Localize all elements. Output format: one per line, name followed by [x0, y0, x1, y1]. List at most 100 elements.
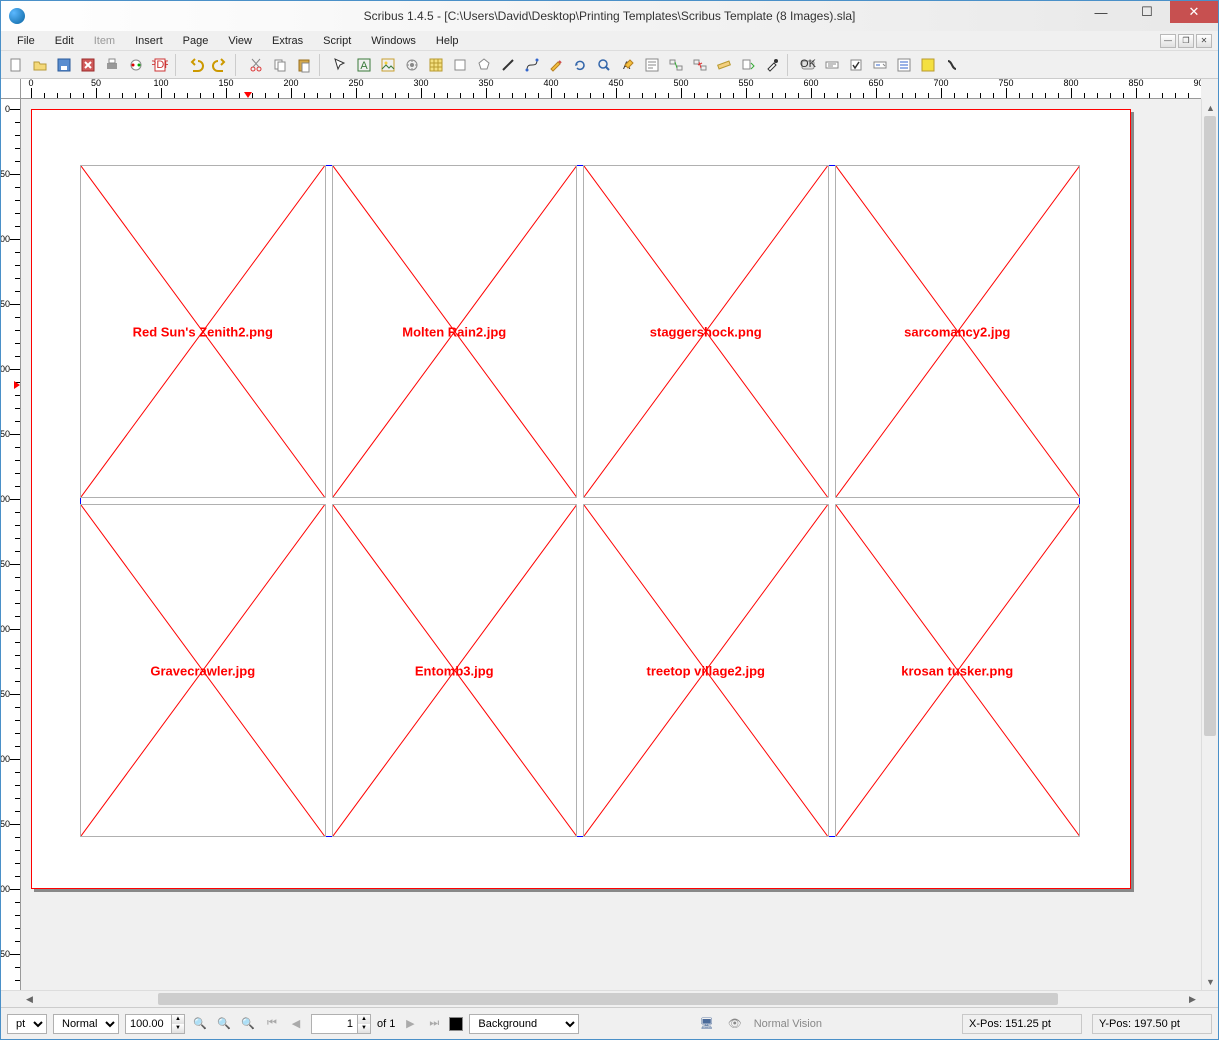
next-page-button[interactable]: ▶	[401, 1015, 419, 1033]
pdf-checkbox-button[interactable]	[845, 54, 867, 76]
prev-page-button[interactable]: ◀	[287, 1015, 305, 1033]
horizontal-scroll-thumb[interactable]	[158, 993, 1058, 1005]
close-button[interactable]	[77, 54, 99, 76]
pdf-link-button[interactable]	[941, 54, 963, 76]
menu-page[interactable]: Page	[173, 33, 219, 49]
svg-text:PDF: PDF	[152, 59, 168, 71]
unit-select[interactable]: pt	[7, 1014, 47, 1034]
rotate-button[interactable]	[569, 54, 591, 76]
page-spinner[interactable]: ▲▼	[311, 1014, 371, 1034]
page-input[interactable]	[311, 1014, 357, 1034]
menu-extras[interactable]: Extras	[262, 33, 313, 49]
zoom-100-button[interactable]: 🔍	[215, 1015, 233, 1033]
image-frame[interactable]: staggershock.png	[583, 165, 829, 498]
menu-insert[interactable]: Insert	[125, 33, 173, 49]
vertical-ruler[interactable]: 0501001502002503003504004505005506006507…	[1, 99, 21, 990]
cms-toggle-button[interactable]: 👁	[726, 1015, 744, 1033]
preview-mode-select[interactable]: Normal	[53, 1014, 119, 1034]
image-frame[interactable]: krosan tusker.png	[835, 504, 1081, 837]
bezier-button[interactable]	[521, 54, 543, 76]
menu-bar: FileEditItemInsertPageViewExtrasScriptWi…	[1, 31, 1218, 51]
edit-contents-button[interactable]: A	[617, 54, 639, 76]
scroll-right-button[interactable]: ▶	[1184, 991, 1201, 1008]
image-frame[interactable]: Entomb3.jpg	[332, 504, 578, 837]
scroll-down-button[interactable]: ▼	[1202, 973, 1219, 990]
image-frame[interactable]: Red Sun's Zenith2.png	[80, 165, 326, 498]
link-button[interactable]	[665, 54, 687, 76]
image-frame[interactable]: treetop village2.jpg	[583, 504, 829, 837]
frame-filename: sarcomancy2.jpg	[904, 324, 1010, 339]
pdf-textfield-button[interactable]	[821, 54, 843, 76]
scroll-up-button[interactable]: ▲	[1202, 99, 1219, 116]
preview-toggle-button[interactable]: 🖥	[698, 1015, 716, 1033]
text-frame-button[interactable]: A	[353, 54, 375, 76]
select-button[interactable]	[329, 54, 351, 76]
layer-color-swatch	[449, 1017, 463, 1031]
new-button[interactable]	[5, 54, 27, 76]
zoom-down-icon[interactable]: ▼	[172, 1024, 184, 1033]
open-button[interactable]	[29, 54, 51, 76]
cut-button[interactable]	[245, 54, 267, 76]
measure-button[interactable]	[713, 54, 735, 76]
redo-button[interactable]	[209, 54, 231, 76]
horizontal-ruler[interactable]: 0501001502002503003504004505005506006507…	[21, 79, 1201, 99]
last-page-button[interactable]: ⏭	[425, 1015, 443, 1033]
menu-help[interactable]: Help	[426, 33, 469, 49]
freehand-button[interactable]	[545, 54, 567, 76]
first-page-button[interactable]: ⏮	[263, 1015, 281, 1033]
svg-text:OK: OK	[800, 58, 816, 70]
menu-view[interactable]: View	[218, 33, 262, 49]
preflight-button[interactable]	[125, 54, 147, 76]
zoom-input[interactable]	[125, 1014, 171, 1034]
eyedropper-button[interactable]	[761, 54, 783, 76]
line-button[interactable]	[497, 54, 519, 76]
image-frame[interactable]: Gravecrawler.jpg	[80, 504, 326, 837]
unlink-button[interactable]	[689, 54, 711, 76]
edit-text-button[interactable]	[641, 54, 663, 76]
save-button[interactable]	[53, 54, 75, 76]
pdf-button[interactable]: PDF	[149, 54, 171, 76]
zoom-out-button[interactable]: 🔍	[191, 1015, 209, 1033]
layer-select[interactable]: Background	[469, 1014, 579, 1034]
mdi-close-button[interactable]: ✕	[1196, 34, 1212, 48]
undo-button[interactable]	[185, 54, 207, 76]
table-button[interactable]	[425, 54, 447, 76]
zoom-button[interactable]	[593, 54, 615, 76]
mdi-minimize-button[interactable]: —	[1160, 34, 1176, 48]
window-maximize-button[interactable]: ☐	[1124, 1, 1170, 23]
ruler-origin[interactable]	[1, 79, 21, 99]
frame-filename: Molten Rain2.jpg	[402, 324, 506, 339]
copy-button[interactable]	[269, 54, 291, 76]
window-minimize-button[interactable]: —	[1078, 1, 1124, 23]
canvas-area[interactable]: Red Sun's Zenith2.png Molten Rain2.jpg sta…	[21, 99, 1201, 990]
copy-props-button[interactable]	[737, 54, 759, 76]
zoom-spinner[interactable]: ▲▼	[125, 1014, 185, 1034]
menu-file[interactable]: File	[7, 33, 45, 49]
menu-windows[interactable]: Windows	[361, 33, 426, 49]
scroll-left-button[interactable]: ◀	[21, 991, 38, 1008]
mdi-restore-button[interactable]: ❐	[1178, 34, 1194, 48]
paste-button[interactable]	[293, 54, 315, 76]
window-close-button[interactable]: ✕	[1170, 1, 1218, 23]
menu-script[interactable]: Script	[313, 33, 361, 49]
image-frame[interactable]: Molten Rain2.jpg	[332, 165, 578, 498]
shape-button[interactable]	[449, 54, 471, 76]
image-frame[interactable]: sarcomancy2.jpg	[835, 165, 1081, 498]
pdf-combobox-button[interactable]	[869, 54, 891, 76]
vertical-scrollbar[interactable]: ▲ ▼	[1201, 99, 1218, 990]
document-page[interactable]: Red Sun's Zenith2.png Molten Rain2.jpg sta…	[31, 109, 1131, 889]
print-button[interactable]	[101, 54, 123, 76]
horizontal-scrollbar[interactable]	[38, 991, 1184, 1007]
render-frame-button[interactable]	[401, 54, 423, 76]
pdf-listbox-button[interactable]	[893, 54, 915, 76]
image-frame-button[interactable]	[377, 54, 399, 76]
vertical-scroll-thumb[interactable]	[1204, 116, 1216, 736]
menu-edit[interactable]: Edit	[45, 33, 84, 49]
pdf-button-button[interactable]: OK	[797, 54, 819, 76]
polygon-button[interactable]	[473, 54, 495, 76]
window-titlebar: Scribus 1.4.5 - [C:\Users\David\Desktop\…	[1, 1, 1218, 31]
zoom-in-button[interactable]: 🔍	[239, 1015, 257, 1033]
pdf-annotation-button[interactable]	[917, 54, 939, 76]
menu-item[interactable]: Item	[84, 33, 125, 49]
zoom-up-icon[interactable]: ▲	[172, 1015, 184, 1024]
